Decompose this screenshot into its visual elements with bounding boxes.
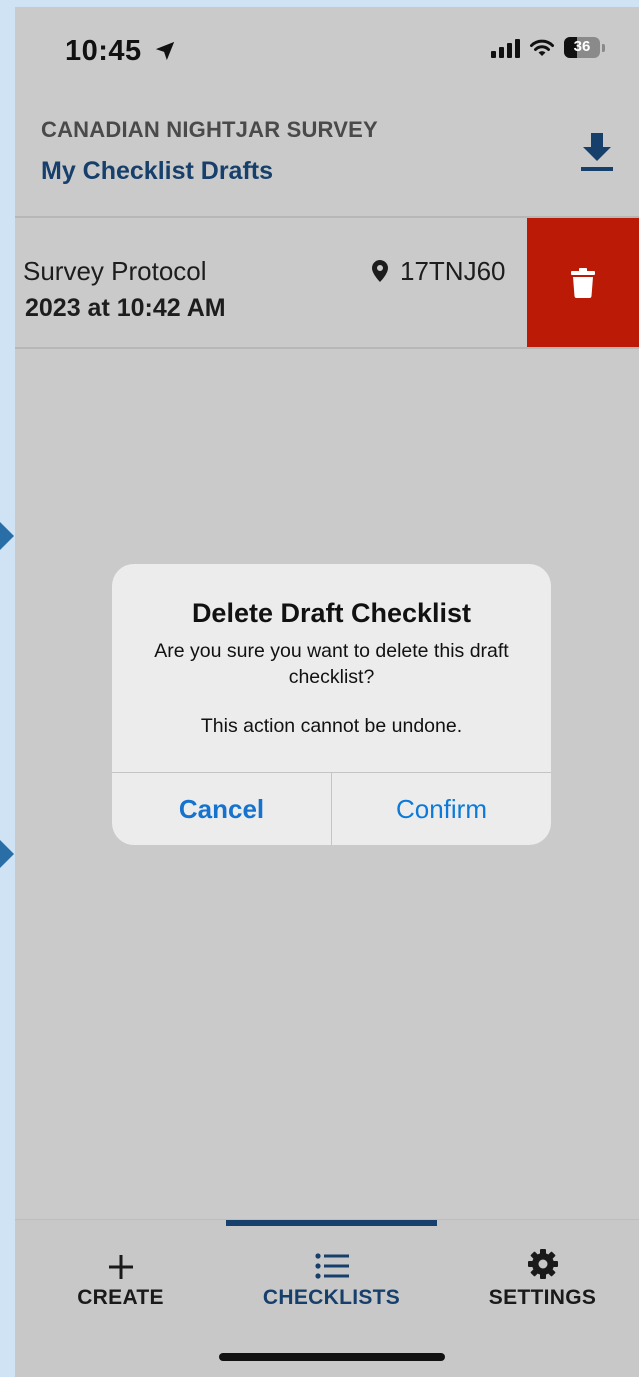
- draft-location: 17TNJ60: [372, 256, 506, 287]
- draft-checklist-row[interactable]: ​Survey Protocol 2023 at 10:42 AM 17TNJ6…: [15, 218, 639, 348]
- dialog-warning-note: This action cannot be undone.: [200, 715, 463, 737]
- delete-draft-button[interactable]: [527, 218, 639, 348]
- dialog-title: Delete Draft Checklist: [191, 598, 472, 628]
- plus-icon: [108, 1255, 133, 1279]
- battery-tip: [602, 43, 605, 52]
- draft-protocol-text: Survey Protocol: [23, 256, 207, 286]
- delete-confirmation-dialog: Delete Draft Checklist Are you sure you …: [112, 564, 551, 845]
- draft-date: 2023 at 10:42 AM: [25, 294, 226, 322]
- cancel-button[interactable]: Cancel: [112, 773, 331, 845]
- left-arrow-marker: [0, 522, 14, 550]
- trash-icon: [571, 268, 595, 298]
- download-icon: [581, 133, 613, 171]
- page-title: My Checklist Drafts: [41, 157, 274, 185]
- home-indicator: [219, 1353, 445, 1361]
- wifi-icon: [530, 39, 554, 56]
- status-time: 10:45: [65, 35, 176, 68]
- draft-location-text: 17TNJ60: [400, 256, 506, 286]
- app-title: CANADIAN NIGHTJAR SURVEY: [41, 117, 378, 142]
- battery-icon: 36: [564, 37, 600, 58]
- tab-create[interactable]: CREATE: [15, 1234, 226, 1324]
- dialog-message: Are you sure you want to delete this dra…: [154, 640, 509, 688]
- tab-create-label: CREATE: [77, 1286, 164, 1309]
- left-arrow-marker: [0, 840, 14, 868]
- tab-checklists[interactable]: CHECKLISTS: [226, 1234, 437, 1324]
- map-pin-icon: [372, 260, 388, 282]
- gear-icon: [527, 1249, 558, 1279]
- active-tab-indicator: [226, 1220, 437, 1226]
- confirm-button[interactable]: Confirm: [332, 773, 551, 845]
- battery-level-text: 36: [573, 38, 591, 55]
- download-button[interactable]: [577, 129, 617, 177]
- tab-checklists-label: CHECKLISTS: [262, 1286, 401, 1309]
- row-divider: [15, 347, 639, 349]
- tab-settings-label: SETTINGS: [488, 1286, 597, 1309]
- phone-screen: 10:45 36 CANADIAN NIGHTJAR SURVEY My Che…: [15, 7, 639, 1377]
- location-arrow-icon: [156, 41, 175, 61]
- draft-protocol: ​Survey Protocol: [15, 256, 207, 287]
- status-icons: 36: [491, 37, 605, 58]
- tab-settings[interactable]: SETTINGS: [437, 1234, 639, 1324]
- status-time-text: 10:45: [65, 35, 142, 67]
- cellular-signal-icon: [491, 38, 520, 58]
- list-icon: [314, 1253, 349, 1279]
